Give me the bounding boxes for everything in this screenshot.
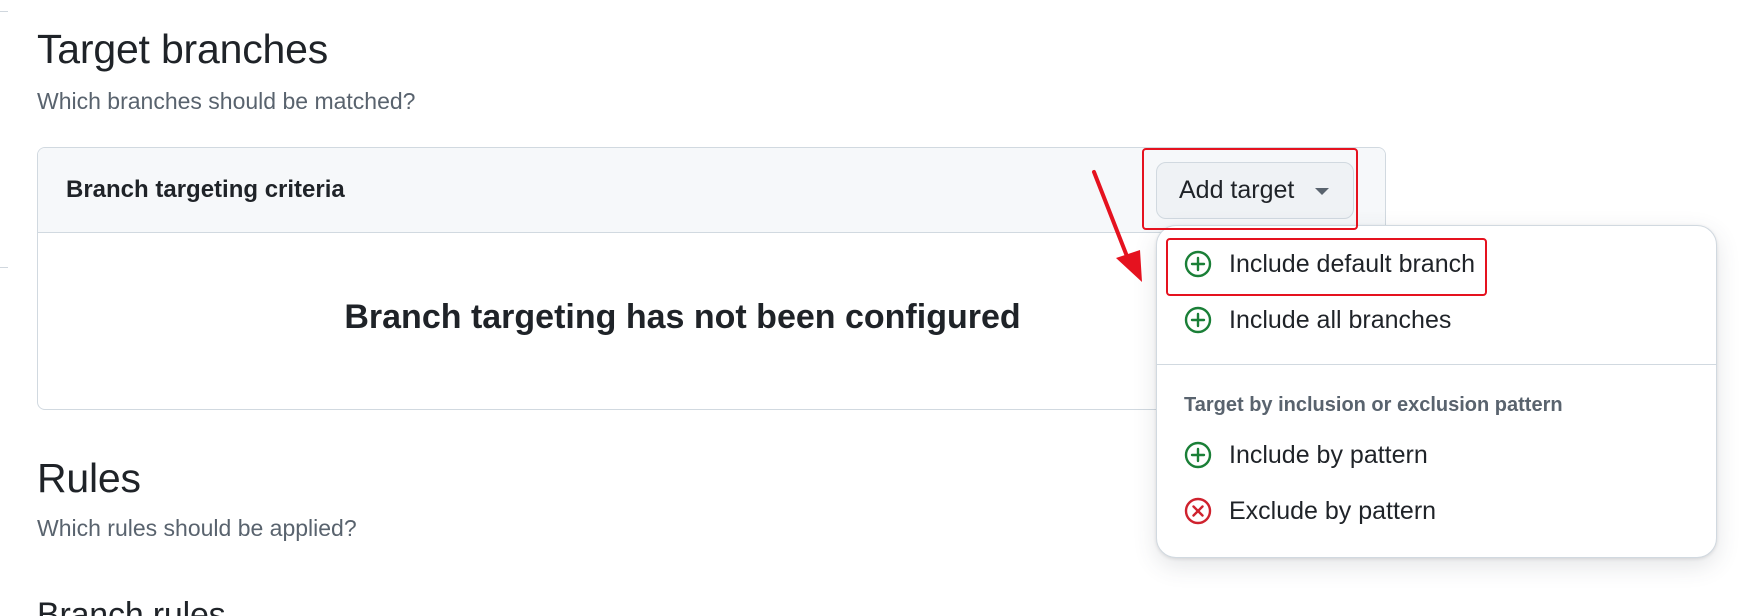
edge-tick [0,267,8,268]
triangle-down-icon [1315,188,1329,195]
x-circle-icon [1184,497,1212,525]
page: Target branches Which branches should be… [0,0,1762,616]
edge-tick [0,11,8,12]
add-target-button[interactable]: Add target [1156,162,1354,219]
target-branches-subtitle: Which branches should be matched? [37,88,416,114]
target-branches-title: Target branches [37,26,329,72]
menu-item-label: Include by pattern [1229,440,1428,469]
menu-item-include-default-branch[interactable]: Include default branch [1183,241,1475,287]
rules-title: Rules [37,455,141,501]
plus-circle-icon [1184,306,1212,334]
menu-item-include-all-branches[interactable]: Include all branches [1183,297,1451,343]
menu-item-include-by-pattern[interactable]: Include by pattern [1183,432,1428,478]
menu-divider [1157,364,1716,365]
plus-circle-icon [1184,441,1212,469]
plus-circle-icon [1184,250,1212,278]
menu-item-label: Exclude by pattern [1229,496,1437,525]
menu-group-label: Target by inclusion or exclusion pattern [1184,394,1563,416]
branch-targeting-criteria-label: Branch targeting criteria [66,176,345,203]
menu-item-exclude-by-pattern[interactable]: Exclude by pattern [1183,488,1436,534]
menu-item-label: Include all branches [1229,305,1452,334]
annotation-arrow-icon [1092,170,1142,282]
add-target-label: Add target [1179,176,1295,204]
rules-subtitle: Which rules should be applied? [37,515,357,541]
add-target-menu: Include default branch Include all branc… [1156,225,1717,558]
branch-rules-title: Branch rules [37,596,226,616]
menu-item-label: Include default branch [1229,249,1476,278]
